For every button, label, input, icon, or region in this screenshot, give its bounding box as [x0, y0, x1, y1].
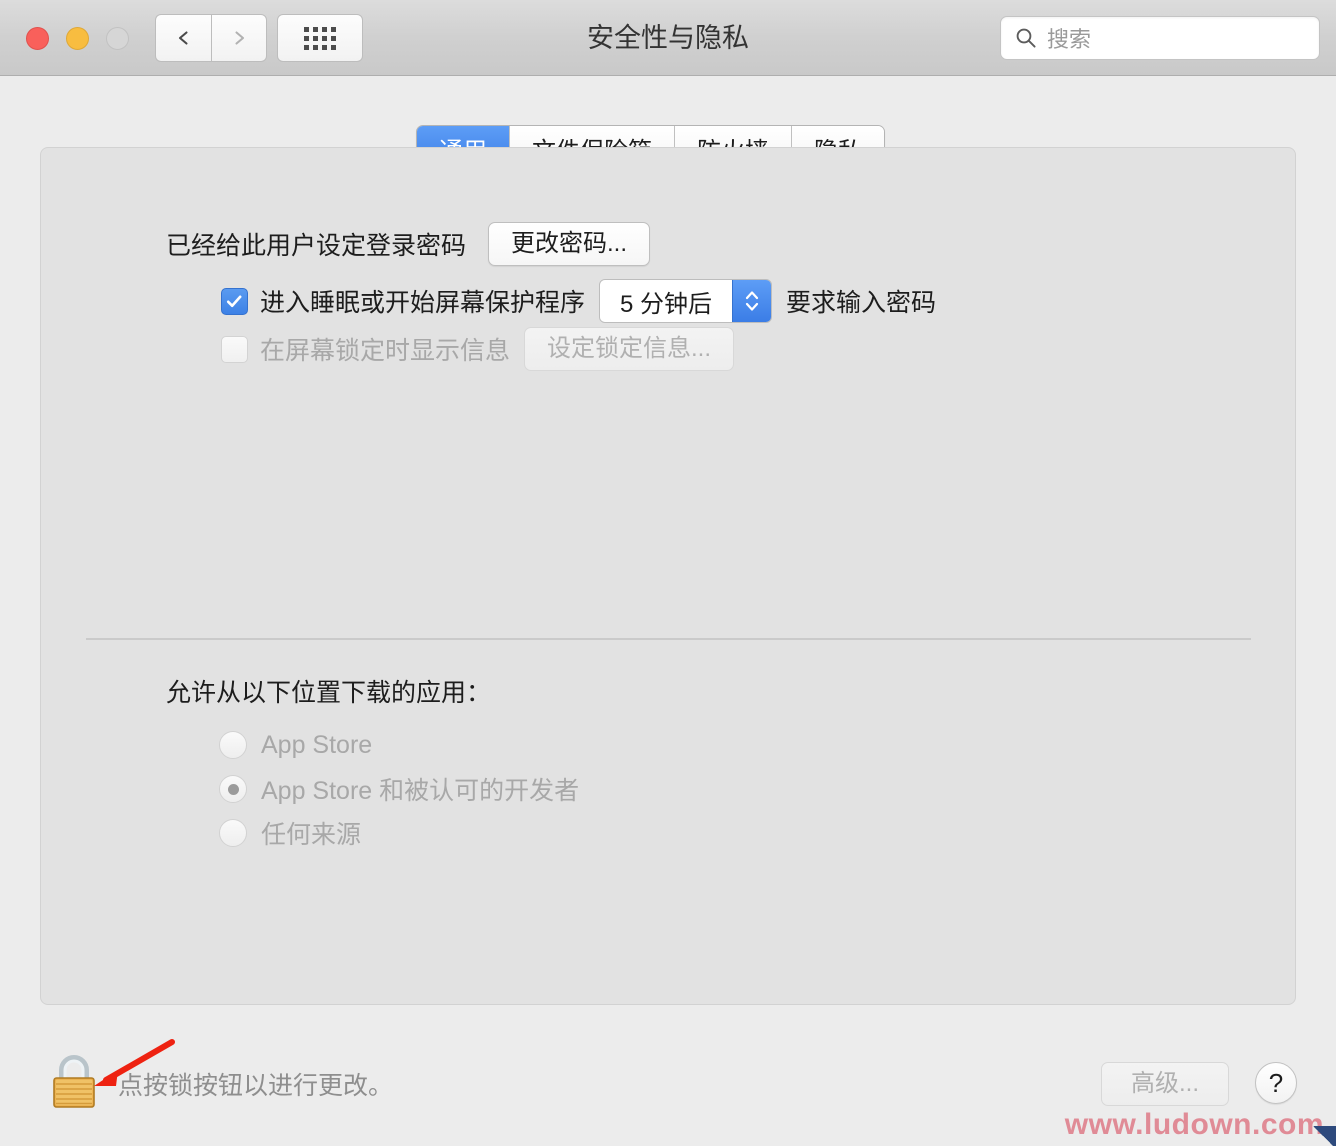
allowed-downloads-heading-row: 允许从以下位置下载的应用： — [166, 673, 491, 709]
radio-option-app-store-and-identified-developers[interactable]: App Store 和被认可的开发者 — [219, 767, 579, 811]
show-lock-message-checkbox[interactable] — [221, 335, 248, 363]
search-placeholder: 搜索 — [1047, 27, 1092, 52]
general-settings-panel: 已经给此用户设定登录密码 更改密码... 进入睡眠或开始屏幕保护程序 5 分钟后 — [40, 147, 1296, 1005]
require-password-checkbox[interactable] — [221, 287, 248, 315]
require-password-delay-value: 5 分钟后 — [600, 280, 733, 322]
login-password-status: 已经给此用户设定登录密码 — [166, 232, 467, 260]
system-preferences-window: 安全性与隐私 搜索 通用 文件保险箱 防火墙 隐私 已经给此用户设定登录密码 更… — [0, 0, 1336, 1146]
lock-message-row: 在屏幕锁定时显示信息 设定锁定信息... — [221, 327, 735, 371]
search-icon — [1016, 28, 1036, 48]
chevron-up-down-icon — [745, 291, 759, 311]
allowed-downloads-radio-group: App Store App Store 和被认可的开发者 任何来源 — [219, 723, 579, 855]
require-password-label-after: 要求输入密码 — [786, 289, 937, 317]
lock-caption: 点按锁按钮以进行更改。 — [118, 1072, 394, 1100]
close-window-button[interactable] — [26, 27, 49, 50]
radio-option-app-store[interactable]: App Store — [219, 723, 579, 767]
lock-closed-icon — [53, 1055, 95, 1108]
lock-button[interactable] — [48, 1053, 100, 1111]
radio-option-anywhere[interactable]: 任何来源 — [219, 811, 579, 855]
minimize-window-button[interactable] — [66, 27, 89, 50]
require-password-delay-stepper[interactable]: 5 分钟后 — [599, 279, 773, 323]
radio-label-app-store: App Store — [261, 730, 373, 759]
show-all-preferences-button[interactable] — [277, 14, 363, 62]
show-lock-message-label: 在屏幕锁定时显示信息 — [260, 337, 511, 365]
search-input[interactable]: 搜索 — [1000, 16, 1320, 60]
radio-label-anywhere: 任何来源 — [261, 821, 362, 849]
help-button[interactable]: ? — [1255, 1062, 1297, 1104]
watermark: www.ludown.com — [1064, 1108, 1324, 1141]
grid-view-icon — [304, 26, 336, 50]
chevron-right-icon — [235, 31, 245, 45]
require-password-row: 进入睡眠或开始屏幕保护程序 5 分钟后 要求输入密码 — [221, 279, 936, 323]
forward-button[interactable] — [211, 14, 267, 62]
radio-selected-dot-icon — [227, 783, 239, 795]
chevron-left-icon — [178, 31, 188, 45]
zoom-window-button[interactable] — [106, 27, 129, 50]
advanced-button[interactable]: 高级... — [1101, 1062, 1229, 1106]
radio-button-app-store[interactable] — [219, 731, 247, 759]
checkmark-icon — [226, 295, 242, 307]
radio-button-app-store-and-identified-developers[interactable] — [219, 775, 247, 803]
require-password-label-before: 进入睡眠或开始屏幕保护程序 — [260, 289, 586, 317]
change-password-button[interactable]: 更改密码... — [488, 222, 651, 266]
radio-label-app-store-and-identified-developers: App Store 和被认可的开发者 — [261, 777, 580, 805]
section-divider — [86, 638, 1251, 640]
corner-decoration — [1310, 1126, 1336, 1146]
set-lock-message-button[interactable]: 设定锁定信息... — [524, 327, 735, 371]
login-password-row: 已经给此用户设定登录密码 更改密码... — [166, 222, 651, 266]
window-titlebar: 安全性与隐私 搜索 — [0, 0, 1336, 76]
radio-button-anywhere[interactable] — [219, 819, 247, 847]
stepper-arrows-icon[interactable] — [732, 280, 772, 322]
allowed-downloads-heading: 允许从以下位置下载的应用： — [166, 679, 492, 707]
back-button[interactable] — [155, 14, 211, 62]
